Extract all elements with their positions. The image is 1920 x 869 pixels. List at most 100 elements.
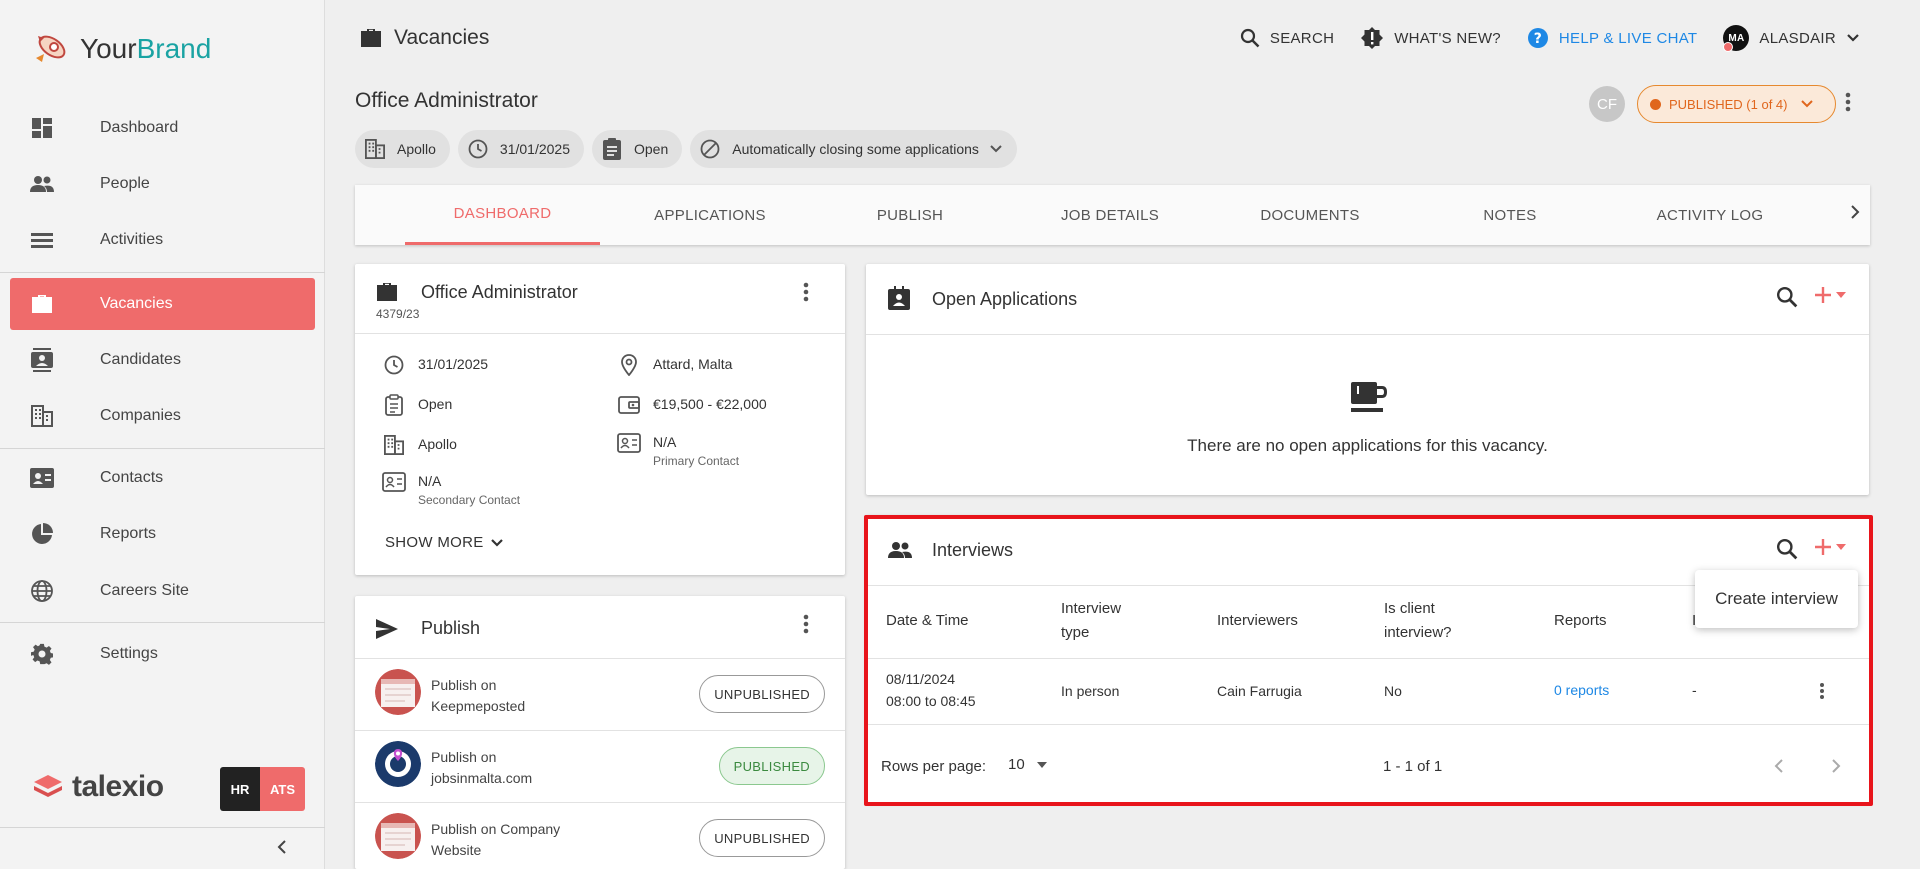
talexio-logo-icon <box>34 775 62 797</box>
publish-card: Publish Publish on Keepmeposted UNPUBLISH… <box>355 596 845 869</box>
tab-applications[interactable]: APPLICATIONS <box>610 185 810 245</box>
column-header-client-interview[interactable]: Is client interview? <box>1384 597 1452 645</box>
sidebar-item-vacancies[interactable]: Vacancies <box>10 278 315 330</box>
contact-card-icon <box>617 431 641 455</box>
product-switcher[interactable]: HR ATS <box>220 767 305 811</box>
search-button[interactable] <box>1776 538 1798 565</box>
brand-logo[interactable]: YourBrand <box>30 30 211 68</box>
tab-dashboard[interactable]: DASHBOARD <box>405 185 600 245</box>
user-menu[interactable]: MA ALASDAIR <box>1723 25 1860 52</box>
sidebar-item-careers-site[interactable]: Careers Site <box>10 565 315 617</box>
sidebar-item-settings[interactable]: Settings <box>10 628 315 680</box>
collapse-sidebar-button[interactable] <box>276 838 288 861</box>
gear-icon <box>30 642 54 666</box>
send-icon <box>376 619 398 639</box>
whats-new-button[interactable]: WHAT'S NEW? <box>1360 26 1501 50</box>
sidebar-item-label: Candidates <box>100 351 181 368</box>
sidebar-item-reports[interactable]: Reports <box>10 508 315 560</box>
details-card-title: Office Administrator <box>421 282 578 302</box>
publish-toggle-button[interactable]: UNPUBLISHED <box>699 675 825 713</box>
vacancy-chips: Apollo 31/01/2025 Open Automatically clo… <box>355 130 1017 168</box>
top-actions: SEARCH WHAT'S NEW? ? HELP & LIVE CHAT MA… <box>1240 25 1860 52</box>
company-chip[interactable]: Apollo <box>355 130 450 168</box>
sidebar-item-label: Reports <box>100 525 157 542</box>
reports-link[interactable]: 0 reports <box>1554 679 1609 701</box>
column-header-interviewers[interactable]: Interviewers <box>1217 609 1298 633</box>
secondary-contact-info: N/A Secondary Contact <box>382 472 520 507</box>
sidebar-item-dashboard[interactable]: Dashboard <box>10 102 315 154</box>
briefcase-icon <box>377 283 397 301</box>
row-more-options-icon[interactable] <box>1819 682 1825 704</box>
search-button[interactable] <box>1776 286 1798 313</box>
interview-datetime: 08/11/2024 08:00 to 08:45 <box>886 671 976 710</box>
interviews-title: Interviews <box>932 540 1014 560</box>
sidebar-item-contacts[interactable]: Contacts <box>10 452 315 504</box>
sidebar-item-candidates[interactable]: Candidates <box>10 334 315 386</box>
more-options-icon[interactable] <box>1845 92 1851 118</box>
tab-documents[interactable]: DOCUMENTS <box>1210 185 1410 245</box>
column-header-interview-type[interactable]: Interview type <box>1061 597 1121 645</box>
create-interview-menu-item[interactable]: Create interview <box>1695 570 1858 628</box>
publish-status-button[interactable]: PUBLISHED (1 of 4) <box>1637 85 1836 123</box>
tabs-scroll-right[interactable] <box>1850 203 1860 226</box>
page-section-title: Vacancies <box>360 26 489 50</box>
more-options-icon[interactable] <box>803 614 809 638</box>
rows-per-page-select[interactable]: 10 <box>1008 756 1047 773</box>
ats-switch[interactable]: ATS <box>260 767 305 811</box>
company-info: Apollo <box>382 435 457 457</box>
building-icon <box>363 137 387 161</box>
publish-card-title: Publish <box>421 618 481 638</box>
interviewers: Cain Farrugia <box>1217 683 1302 699</box>
publish-toggle-button[interactable]: PUBLISHED <box>718 747 825 785</box>
column-header-reports[interactable]: Reports <box>1554 609 1607 633</box>
search-button[interactable]: SEARCH <box>1240 28 1334 48</box>
plus-icon <box>1815 287 1831 303</box>
vacancy-tabs: DASHBOARD APPLICATIONS PUBLISH JOB DETAI… <box>355 185 1870 245</box>
tab-job-details[interactable]: JOB DETAILS <box>1010 185 1210 245</box>
sidebar-item-label: Careers Site <box>100 582 189 599</box>
add-interview-button[interactable] <box>1814 538 1846 556</box>
chevron-down-icon <box>990 145 1002 153</box>
publish-row-jobsinmalta: Publish on jobsinmalta.com PUBLISHED <box>355 730 845 802</box>
plus-icon <box>1815 539 1831 555</box>
sidebar-item-label: Settings <box>100 645 158 662</box>
next-page-button[interactable] <box>1831 758 1841 779</box>
tab-activity-log[interactable]: ACTIVITY LOG <box>1610 185 1810 245</box>
more-options-icon[interactable] <box>803 282 809 306</box>
deadline-chip[interactable]: 31/01/2025 <box>457 130 584 168</box>
show-more-button[interactable]: SHOW MORE <box>385 534 504 551</box>
caret-down-icon <box>1036 761 1047 768</box>
people-icon <box>888 542 912 558</box>
keepmeposted-logo <box>375 669 421 715</box>
help-live-chat-button[interactable]: ? HELP & LIVE CHAT <box>1527 27 1697 49</box>
briefcase-icon <box>361 29 381 47</box>
interview-type: In person <box>1061 683 1120 699</box>
sidebar-item-label: Vacancies <box>100 295 173 312</box>
announcement-badge-icon <box>1361 27 1384 49</box>
interviews-card: Interviews Date & Time Interview type Int… <box>866 515 1869 803</box>
search-icon <box>1240 28 1260 48</box>
applications-icon <box>888 286 910 310</box>
sidebar-item-companies[interactable]: Companies <box>10 390 315 442</box>
add-application-button[interactable] <box>1814 286 1846 304</box>
chevron-left-icon <box>277 840 286 854</box>
publish-toggle-button[interactable]: UNPUBLISHED <box>699 819 825 857</box>
status-chip[interactable]: Open <box>592 130 683 168</box>
globe-icon <box>30 579 54 603</box>
people-icon <box>30 172 54 196</box>
collaborator-avatar[interactable]: CF <box>1589 86 1625 122</box>
building-icon <box>30 404 54 428</box>
previous-page-button[interactable] <box>1774 758 1784 779</box>
clipboard-icon <box>600 137 624 161</box>
company-website-logo <box>375 813 421 859</box>
sidebar: YourBrand Dashboard People Activities Va… <box>0 0 325 869</box>
auto-close-chip[interactable]: Automatically closing some applications <box>690 130 1017 168</box>
tab-publish[interactable]: PUBLISH <box>810 185 1010 245</box>
tab-notes[interactable]: NOTES <box>1410 185 1610 245</box>
sidebar-item-people[interactable]: People <box>10 158 315 210</box>
status-info: Open <box>382 394 452 417</box>
location-info: Attard, Malta <box>617 354 732 377</box>
sidebar-item-activities[interactable]: Activities <box>10 214 315 266</box>
hr-switch[interactable]: HR <box>220 767 260 811</box>
column-header-date[interactable]: Date & Time <box>886 609 969 633</box>
